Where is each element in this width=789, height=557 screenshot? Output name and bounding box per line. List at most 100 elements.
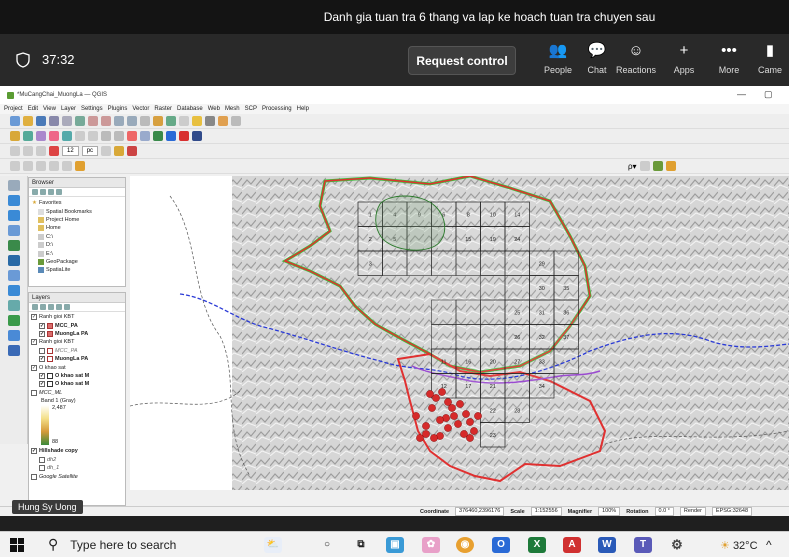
- zoom-last-icon[interactable]: [140, 116, 150, 126]
- chrome-icon[interactable]: ◉: [456, 537, 474, 553]
- open-project-icon[interactable]: [23, 116, 33, 126]
- tray-expand-icon[interactable]: ^: [766, 538, 772, 552]
- more-button[interactable]: ••• More: [707, 41, 751, 75]
- side-tool-2-icon[interactable]: [8, 195, 20, 206]
- layer-checkbox[interactable]: [39, 465, 45, 472]
- font-color-icon[interactable]: [49, 146, 59, 156]
- side-tool-8-icon[interactable]: [8, 285, 20, 296]
- magnifier-field[interactable]: 100%: [598, 507, 621, 516]
- browser-item[interactable]: D:\: [32, 241, 122, 249]
- star-icon[interactable]: [114, 146, 125, 156]
- measure-icon[interactable]: [218, 116, 228, 126]
- style-2-icon[interactable]: [23, 146, 33, 156]
- coordinate-field[interactable]: 376460,2396176: [455, 507, 505, 516]
- browser-item[interactable]: ★ Favorites: [32, 199, 122, 207]
- search-p-icon[interactable]: ρ▾: [628, 162, 637, 171]
- maximize-icon[interactable]: ▢: [764, 89, 773, 100]
- menu-plugins[interactable]: Plugins: [108, 106, 128, 112]
- tool-5-icon[interactable]: [62, 161, 72, 171]
- tool-2-icon[interactable]: [23, 161, 33, 171]
- plugin-navy-icon[interactable]: [192, 131, 202, 141]
- layer-group[interactable]: ✓ O khao sat: [31, 363, 123, 371]
- style-icon[interactable]: [10, 146, 20, 156]
- store-icon[interactable]: ▣: [386, 537, 404, 553]
- edit-icon[interactable]: [75, 131, 85, 141]
- add-vector-icon[interactable]: [23, 131, 33, 141]
- side-tool-3-icon[interactable]: [8, 210, 20, 221]
- add-group-icon[interactable]: [40, 304, 46, 310]
- label-icon[interactable]: [127, 131, 137, 141]
- settings-gear-icon[interactable]: ⚙: [668, 537, 686, 553]
- minimize-icon[interactable]: —: [737, 89, 746, 99]
- save-project-icon[interactable]: [36, 116, 46, 126]
- save-as-icon[interactable]: [49, 116, 59, 126]
- menu-view[interactable]: View: [43, 106, 56, 112]
- side-tool-11-icon[interactable]: [8, 330, 20, 341]
- tool-8-icon[interactable]: [652, 161, 663, 171]
- browser-item[interactable]: Spatial Bookmarks: [32, 207, 122, 215]
- acrobat-icon[interactable]: A: [563, 537, 581, 553]
- chat-button[interactable]: 💬 Chat: [575, 41, 619, 75]
- side-tool-5-icon[interactable]: [8, 240, 20, 251]
- label-pin-icon[interactable]: [140, 131, 150, 141]
- layer-checkbox[interactable]: [31, 389, 37, 396]
- side-tool-10-icon[interactable]: [8, 315, 20, 326]
- scale-field[interactable]: 1:152556: [530, 507, 562, 516]
- browser-item[interactable]: SpatiaLite: [32, 266, 122, 274]
- cross-icon[interactable]: [127, 146, 138, 156]
- filter-icon[interactable]: [40, 189, 46, 195]
- zoom-full-icon[interactable]: [114, 116, 124, 126]
- side-tool-4-icon[interactable]: [8, 225, 20, 236]
- menu-help[interactable]: Help: [297, 106, 309, 112]
- info-icon[interactable]: [56, 189, 62, 195]
- add-raster-icon[interactable]: [36, 131, 46, 141]
- layer-checkbox[interactable]: [39, 347, 45, 354]
- layer-item[interactable]: dh2: [31, 456, 123, 464]
- sum-icon[interactable]: [205, 116, 215, 126]
- layer-item[interactable]: dh_1: [31, 464, 123, 472]
- crs-button[interactable]: EPSG:32648: [711, 507, 753, 516]
- tool-6-icon[interactable]: [75, 161, 85, 171]
- side-tool-9-icon[interactable]: [8, 300, 20, 311]
- print-layout-icon[interactable]: [62, 116, 72, 126]
- browser-item[interactable]: C:\: [32, 233, 122, 241]
- add-spatialite-icon[interactable]: [62, 131, 72, 141]
- windows-start-icon[interactable]: [10, 537, 24, 552]
- layer-checkbox[interactable]: ✓: [39, 356, 45, 363]
- plugin-red-icon[interactable]: [179, 131, 189, 141]
- select-icon[interactable]: [192, 116, 202, 126]
- layer-checkbox[interactable]: [39, 456, 45, 463]
- layer-item[interactable]: Google Satellite: [31, 472, 123, 480]
- menu-layer[interactable]: Layer: [61, 106, 76, 112]
- layer-checkbox[interactable]: ✓: [31, 364, 37, 371]
- tool-4-icon[interactable]: [49, 161, 59, 171]
- photos-icon[interactable]: ✿: [422, 537, 440, 553]
- visibility-icon[interactable]: [48, 304, 54, 310]
- side-tool-12-icon[interactable]: [8, 345, 20, 356]
- layer-item[interactable]: ✓ MuongLa PA: [31, 330, 123, 338]
- layer-item[interactable]: ✓ MuongLa PA: [31, 355, 123, 363]
- open-styling-icon[interactable]: [32, 304, 38, 310]
- request-control-button[interactable]: Request control: [408, 46, 516, 75]
- side-tool-1-icon[interactable]: [8, 180, 20, 191]
- layer-item[interactable]: ✓ O khao sat M: [31, 372, 123, 380]
- layer-checkbox[interactable]: ✓: [39, 330, 45, 337]
- add-delimited-icon[interactable]: [49, 131, 59, 141]
- teams-icon[interactable]: T: [634, 537, 652, 553]
- layer-item[interactable]: ✓ MCC_PA: [31, 321, 123, 329]
- browser-item[interactable]: GeoPackage: [32, 258, 122, 266]
- temperature-readout[interactable]: ☀ 32°C: [720, 539, 758, 552]
- layer-item[interactable]: ✓ O khao sat M: [31, 380, 123, 388]
- expand-icon[interactable]: [64, 304, 70, 310]
- text-annotation-icon[interactable]: [231, 116, 241, 126]
- menu-database[interactable]: Database: [177, 106, 203, 112]
- render-checkbox[interactable]: Render: [679, 507, 706, 516]
- new-project-icon[interactable]: [10, 116, 20, 126]
- zoom-layer-icon[interactable]: [127, 116, 137, 126]
- layer-item[interactable]: ✓ Hillshade copy: [31, 447, 123, 455]
- data-source-icon[interactable]: [10, 131, 20, 141]
- menu-settings[interactable]: Settings: [81, 106, 103, 112]
- digitize-icon[interactable]: [88, 131, 98, 141]
- tool-1-icon[interactable]: [10, 161, 20, 171]
- outlook-icon[interactable]: O: [492, 537, 510, 553]
